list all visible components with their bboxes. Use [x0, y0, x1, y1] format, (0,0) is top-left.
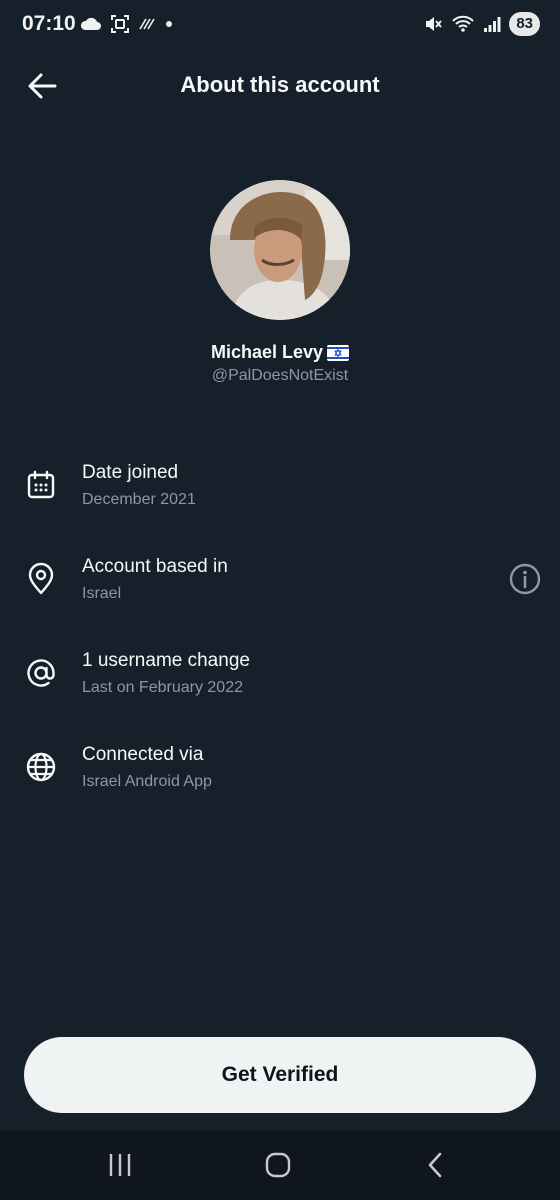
status-left-icons [80, 14, 174, 34]
profile-photo [210, 180, 350, 320]
recent-apps-icon [109, 1154, 131, 1176]
detail-value: Israel Android App [82, 773, 212, 790]
detail-value: Israel [82, 585, 122, 602]
detail-value: December 2021 [82, 491, 196, 508]
status-time: 07:10 [22, 12, 76, 35]
display-name: Michael Levy [210, 342, 324, 362]
wifi-icon [452, 15, 475, 32]
home-button[interactable] [258, 1148, 298, 1182]
avatar[interactable] [210, 180, 350, 320]
username-change-row: 1 username change Last on February 2022 [0, 650, 560, 720]
app-bar: About this account [0, 56, 560, 116]
battery-badge: 83 [509, 12, 540, 36]
get-verified-button[interactable]: Get Verified [24, 1037, 536, 1113]
home-icon [265, 1152, 291, 1178]
date-joined-row: Date joined December 2021 [0, 462, 560, 532]
signal-icon [484, 17, 501, 32]
dot-icon [166, 21, 172, 27]
at-sign-icon [27, 659, 55, 687]
detail-label: 1 username change [82, 650, 250, 671]
info-icon[interactable] [508, 562, 542, 596]
mute-icon [426, 17, 443, 31]
connected-via-row: Connected via Israel Android App [0, 744, 560, 814]
username-handle: @PalDoesNotExist [211, 367, 349, 384]
israel-flag-icon [327, 345, 350, 366]
screenshot-icon [111, 15, 129, 33]
nav-back-button[interactable] [416, 1148, 456, 1182]
cloud-icon [80, 17, 101, 30]
status-right-icons: 83 [423, 12, 540, 36]
status-bar: 07:10 83 [0, 0, 560, 52]
location-pin-icon [28, 562, 54, 595]
display-name-row: Michael Levy [0, 342, 560, 366]
back-icon [428, 1152, 442, 1178]
calendar-icon [27, 470, 55, 499]
detail-value: Last on February 2022 [82, 679, 243, 696]
recent-apps-button[interactable] [100, 1148, 140, 1182]
globe-icon [26, 752, 56, 782]
detail-label: Account based in [82, 556, 228, 577]
detail-label: Date joined [82, 462, 179, 483]
sync-icon [139, 18, 155, 30]
detail-label: Connected via [82, 744, 204, 765]
account-based-in-row: Account based in Israel [0, 556, 560, 626]
system-nav-bar [0, 1130, 560, 1200]
page-title: About this account [180, 72, 380, 97]
